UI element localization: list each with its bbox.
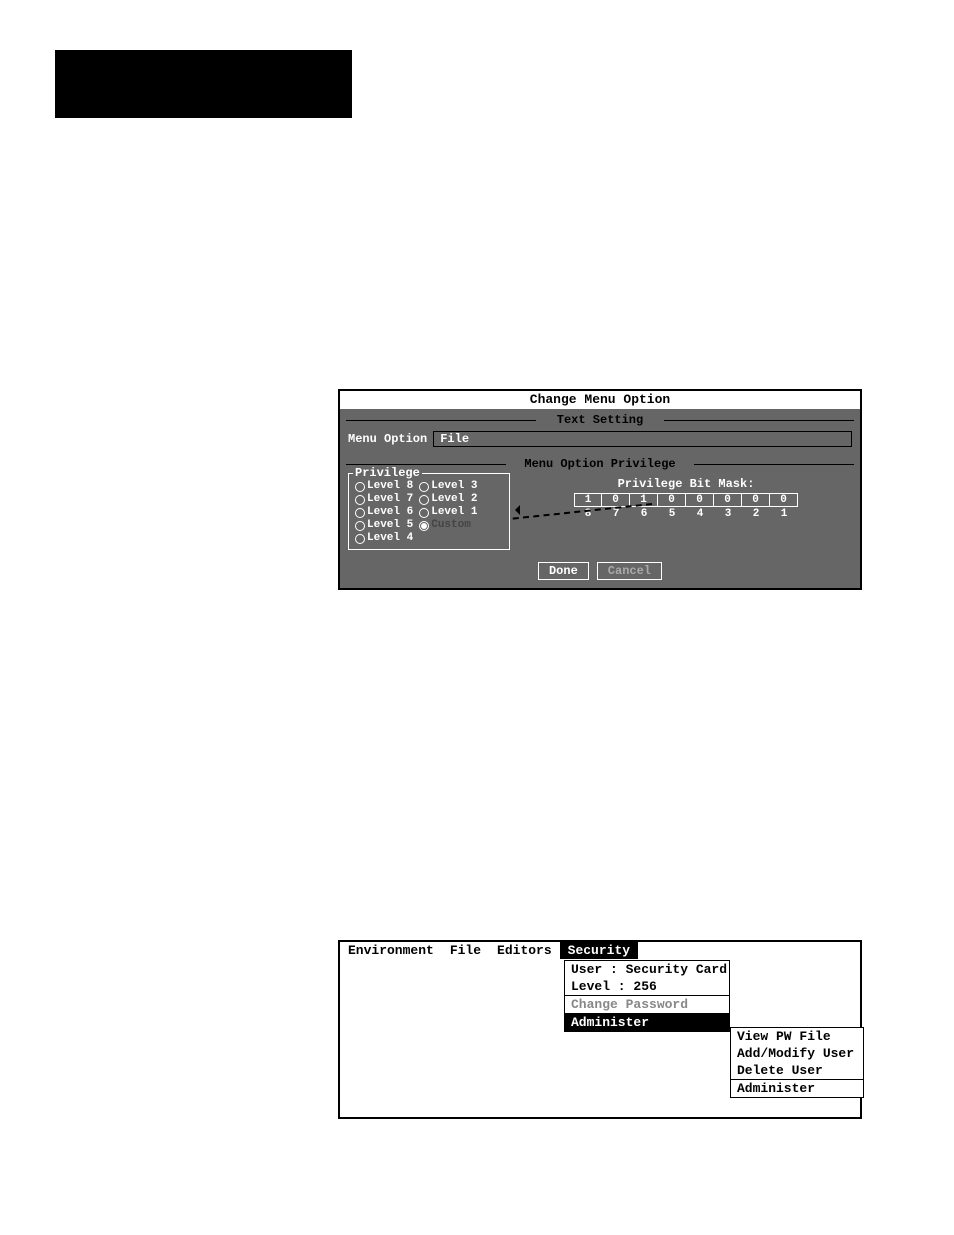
radio-level-2[interactable]: Level 2: [419, 493, 477, 506]
submenu-administer[interactable]: Administer: [731, 1080, 863, 1097]
header-blackbar: [55, 50, 352, 118]
arrow-annotation: [512, 503, 652, 504]
bitmask-title: Privilege Bit Mask:: [520, 477, 852, 491]
section-priv: Menu Option Privilege: [346, 457, 854, 471]
radio-level-1[interactable]: Level 1: [419, 506, 477, 519]
privilege-groupbox: Privilege Level 8 Level 7 Level 6 Level …: [348, 473, 510, 550]
bitmask-bit-3[interactable]: 0: [714, 493, 742, 507]
dialog-title: Change Menu Option: [340, 391, 860, 409]
radio-level-4[interactable]: Level 4: [355, 532, 413, 545]
dropdown-administer[interactable]: Administer: [565, 1014, 729, 1031]
menu-editors[interactable]: Editors: [489, 942, 560, 959]
menu-environment[interactable]: Environment: [340, 942, 442, 959]
administer-submenu: View PW File Add/Modify User Delete User…: [730, 1027, 864, 1098]
radio-level-6[interactable]: Level 6: [355, 506, 413, 519]
bitmask-bit-4[interactable]: 0: [686, 493, 714, 507]
submenu-add-modify-user[interactable]: Add/Modify User: [731, 1045, 863, 1062]
security-dropdown: User : Security Card Level : 256 Change …: [564, 960, 730, 1032]
submenu-delete-user[interactable]: Delete User: [731, 1062, 863, 1079]
bitmask-values[interactable]: 1 0 1 0 0 0 0 0: [520, 493, 852, 507]
dropdown-level: Level : 256: [565, 978, 729, 995]
radio-level-7[interactable]: Level 7: [355, 493, 413, 506]
radio-level-8[interactable]: Level 8: [355, 480, 413, 493]
cancel-button[interactable]: Cancel: [597, 562, 662, 580]
privilege-groupbox-title: Privilege: [353, 466, 422, 480]
radio-level-5[interactable]: Level 5: [355, 519, 413, 532]
menubar-screenshot: Environment File Editors Security User :…: [338, 940, 862, 1119]
radio-level-3[interactable]: Level 3: [419, 480, 477, 493]
dropdown-user: User : Security Card: [565, 961, 729, 978]
submenu-view-pw-file[interactable]: View PW File: [731, 1028, 863, 1045]
section-text-setting: Text Setting: [346, 413, 854, 427]
change-menu-option-dialog: Change Menu Option Text Setting Menu Opt…: [338, 389, 862, 590]
bitmask-bit-1[interactable]: 0: [770, 493, 798, 507]
menu-file[interactable]: File: [442, 942, 489, 959]
menu-option-input[interactable]: File: [433, 431, 852, 447]
radio-custom[interactable]: Custom: [419, 519, 477, 532]
bitmask-bit-5[interactable]: 0: [658, 493, 686, 507]
menu-security[interactable]: Security: [560, 942, 638, 959]
menu-option-label: Menu Option: [348, 432, 427, 446]
menubar: Environment File Editors Security: [340, 942, 860, 959]
done-button[interactable]: Done: [538, 562, 589, 580]
bitmask-indices: 8 7 6 5 4 3 2 1: [520, 508, 852, 520]
dropdown-change-password[interactable]: Change Password: [565, 996, 729, 1013]
bitmask-bit-8[interactable]: 1: [574, 493, 602, 507]
bitmask-bit-2[interactable]: 0: [742, 493, 770, 507]
